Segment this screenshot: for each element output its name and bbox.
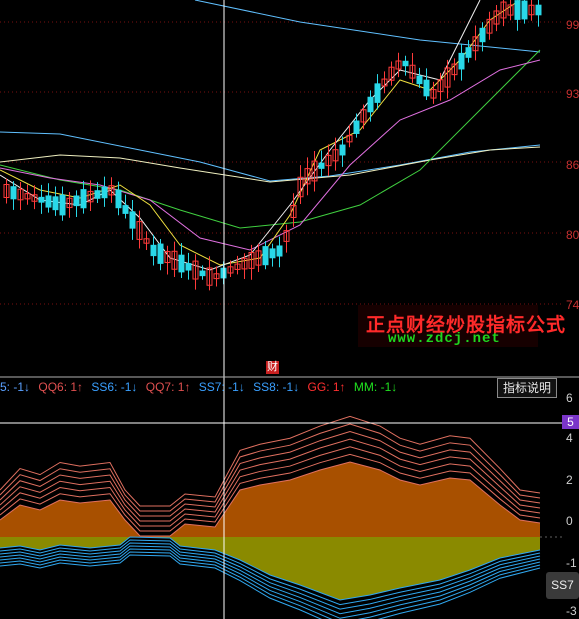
candle-body xyxy=(73,195,80,207)
indicator-value: QQ6: 1↑ xyxy=(38,380,84,394)
candle-body xyxy=(45,195,52,208)
indicator-value: 5: -1↓ xyxy=(0,380,31,394)
ma-line xyxy=(0,0,481,271)
event-marker[interactable]: 财 xyxy=(266,361,279,374)
indicator-value: SS7: -1↓ xyxy=(198,380,245,394)
watermark-url: www.zdcj.net xyxy=(388,331,501,347)
indicator-value: SS8: -1↓ xyxy=(253,380,300,394)
candle-body xyxy=(129,211,136,229)
indicator-value: SS6: -1↓ xyxy=(91,380,138,394)
bull-area xyxy=(0,462,540,537)
moving-averages xyxy=(0,0,541,271)
indicator-axis-label: 2 xyxy=(566,473,573,487)
candle-body xyxy=(465,47,472,58)
current-value-marker: 5 xyxy=(562,415,579,429)
indicator-axis-label: 4 xyxy=(566,431,573,445)
candle-body xyxy=(535,4,542,16)
indicator-value: GG: 1↑ xyxy=(307,380,346,394)
candle-body xyxy=(374,83,381,103)
ma-line xyxy=(0,146,541,183)
candle-body xyxy=(318,162,325,169)
candle-body xyxy=(262,246,269,266)
candle-body xyxy=(423,79,430,97)
indicator-axis-label: 0 xyxy=(566,514,573,528)
price-axis-label: 99 xyxy=(566,18,579,32)
price-axis-label: 86 xyxy=(566,158,579,172)
candle-body xyxy=(115,189,122,209)
candle-body xyxy=(150,244,157,257)
candle-body xyxy=(416,75,423,85)
candle-body xyxy=(101,186,108,199)
candle-body xyxy=(199,270,206,277)
candle-body xyxy=(157,243,164,264)
ma-line xyxy=(0,0,521,266)
indicator-axis-label: -3 xyxy=(566,604,577,618)
candle-body xyxy=(353,120,360,134)
price-axis-label: 80 xyxy=(566,228,579,242)
candle-body xyxy=(122,205,129,214)
candle-body xyxy=(269,248,276,259)
candle-body xyxy=(276,245,283,257)
indicator-axis-label: 6 xyxy=(566,391,573,405)
indicator-value: MM: -1↓ xyxy=(353,380,398,394)
candle-body xyxy=(59,194,66,216)
indicator-axis-label: -1 xyxy=(566,556,577,570)
candle-body xyxy=(80,189,87,209)
indicator-header: 5: -1↓ QQ6: 1↑ SS6: -1↓ QQ7: 1↑ SS7: -1↓… xyxy=(0,378,500,396)
candle-body xyxy=(479,27,486,43)
indicator-value: QQ7: 1↑ xyxy=(145,380,191,394)
candle-body xyxy=(402,60,409,67)
candle-body xyxy=(38,196,45,203)
indicator-panel xyxy=(0,415,541,619)
candle-body xyxy=(521,0,528,20)
ma-line xyxy=(194,0,541,53)
ss7-button[interactable]: SS7 xyxy=(546,572,579,599)
price-axis-label: 74 xyxy=(566,298,579,312)
candle-body xyxy=(10,186,17,200)
price-axis-label: 93 xyxy=(566,87,579,101)
indicator-explain-button[interactable]: 指标说明 xyxy=(497,378,557,398)
candle-body xyxy=(458,52,465,70)
candle-body xyxy=(339,144,346,156)
candle-body xyxy=(178,254,185,273)
candle-body xyxy=(94,190,101,199)
candle-body xyxy=(514,0,521,20)
candle-body xyxy=(52,196,59,211)
candle-body xyxy=(367,96,374,113)
candle-body xyxy=(185,263,192,271)
